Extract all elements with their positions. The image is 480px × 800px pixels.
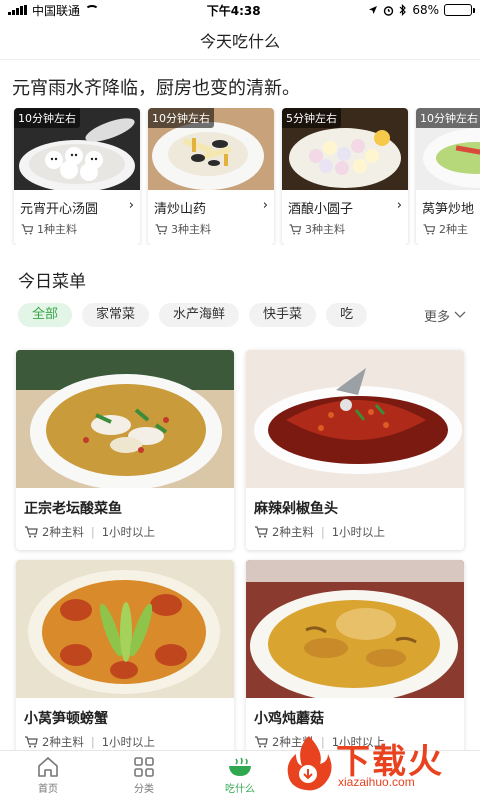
cart-icon [155, 223, 168, 235]
cart-icon [289, 223, 302, 235]
cook-time: 1小时以上 [331, 525, 386, 539]
alarm-icon [384, 5, 394, 16]
divider: | [320, 525, 325, 539]
cook-time-badge: 10分钟左右 [14, 108, 80, 128]
dish-grid: 正宗老坛酸菜鱼 2种主料 | 1小时以上 麻辣剁椒鱼头 2种主料 | 1小时以上… [0, 328, 480, 760]
dish-image [246, 560, 464, 698]
flame-logo-icon [287, 736, 332, 791]
watermark-url: xiazaihuo.com [338, 775, 415, 789]
recipe-card[interactable]: 5分钟左右 酒酿小圆子 › 3种主料 [282, 108, 408, 245]
status-bar: 中国联通 下午4:38 68% [0, 0, 480, 20]
recipe-card[interactable]: 10分钟左右 元宵开心汤圆 › 1种主料 [14, 108, 140, 245]
recipe-image: 10分钟左右 [14, 108, 140, 190]
cart-icon [255, 736, 268, 748]
signal-icon [8, 5, 27, 15]
chevron-down-icon [454, 311, 466, 318]
more-label: 更多 [423, 309, 450, 325]
tab-home[interactable]: 首页 [0, 751, 96, 800]
battery-icon [443, 4, 475, 16]
recipe-image: 5分钟左右 [282, 108, 408, 190]
carrier-label: 中国联通 [32, 3, 81, 18]
divider: | [90, 735, 95, 749]
recipe-name: 元宵开心汤圆 [20, 202, 99, 217]
chip-quick[interactable]: 快手菜 [249, 303, 317, 327]
recipe-name: 莴笋炒地 [422, 202, 475, 217]
watermark: 下载火 xiazaihuo.com [284, 734, 474, 794]
tab-label: 吃什么 [225, 784, 255, 795]
chevron-right-icon: › [128, 198, 134, 213]
dish-card[interactable]: 麻辣剁椒鱼头 2种主料 | 1小时以上 [246, 350, 464, 550]
main-ingredient-count: 1种主料 [37, 223, 77, 236]
dish-card[interactable]: 小莴笋顿螃蟹 2种主料 | 1小时以上 [16, 560, 234, 760]
location-icon [369, 6, 378, 14]
dish-name: 麻辣剁椒鱼头 [254, 501, 338, 517]
cart-icon [21, 223, 34, 235]
chevron-right-icon: › [396, 198, 402, 213]
dish-card[interactable]: 正宗老坛酸菜鱼 2种主料 | 1小时以上 [16, 350, 234, 550]
more-button[interactable]: 更多 [403, 302, 480, 328]
cook-time-badge: 10分钟左右 [416, 108, 480, 128]
cart-icon [25, 736, 38, 748]
dish-name: 正宗老坛酸菜鱼 [24, 501, 122, 517]
main-ingredient-count: 3种主料 [171, 223, 211, 236]
recipe-image: 10分钟左右 [416, 108, 480, 190]
category-chips: 全部 家常菜 水产海鲜 快手菜 吃 更多 [0, 302, 480, 328]
recipe-carousel[interactable]: 10分钟左右 元宵开心汤圆 › 1种主料 10分钟左右 清炒山药 › 3种主料 [0, 108, 480, 245]
bluetooth-icon [399, 4, 407, 16]
chip-home-cooking[interactable]: 家常菜 [82, 303, 150, 327]
dish-image [246, 350, 464, 488]
cook-time: 1小时以上 [101, 735, 156, 749]
dish-image [16, 350, 234, 488]
recipe-card[interactable]: 10分钟左右 莴笋炒地 2种主 [416, 108, 480, 245]
page-title: 今天吃什么 [199, 31, 280, 51]
recipe-image: 10分钟左右 [148, 108, 274, 190]
dish-name: 小莴笋顿螃蟹 [24, 711, 108, 727]
chevron-right-icon: › [262, 198, 268, 213]
chip-seafood[interactable]: 水产海鲜 [159, 303, 240, 327]
status-time: 下午4:38 [206, 3, 261, 18]
cook-time-badge: 5分钟左右 [282, 108, 341, 128]
dish-name: 小鸡炖蘑菇 [254, 711, 324, 727]
chip-partial[interactable]: 吃 [326, 303, 368, 327]
dish-image [16, 560, 234, 698]
dish-card[interactable]: 小鸡炖蘑菇 2种主料 | 1小时以上 [246, 560, 464, 760]
tab-category[interactable]: 分类 [96, 751, 192, 800]
navbar: 今天吃什么 [0, 20, 480, 60]
cart-icon [25, 526, 38, 538]
cart-icon [255, 526, 268, 538]
main-ingredient-count: 3种主料 [305, 223, 345, 236]
battery-percent: 68% [412, 3, 439, 17]
bowl-icon [229, 757, 251, 776]
chip-all[interactable]: 全部 [18, 303, 73, 327]
cook-time: 1小时以上 [101, 525, 156, 539]
main-ingredient-count: 2种主料 [42, 525, 84, 539]
main-ingredient-count: 2种主料 [272, 525, 314, 539]
home-icon [38, 757, 58, 777]
tab-what-to-eat[interactable]: 吃什么 [192, 751, 288, 800]
cart-icon [423, 223, 436, 235]
tab-label: 首页 [38, 784, 58, 795]
grid-icon [134, 757, 154, 777]
tab-label: 分类 [134, 784, 154, 795]
cook-time-badge: 10分钟左右 [148, 108, 214, 128]
banner-title: 元宵雨水齐降临，厨房也变的清新。 [12, 78, 300, 99]
divider: | [90, 525, 95, 539]
recipe-name: 酒酿小圆子 [288, 202, 354, 217]
main-ingredient-count: 2种主料 [42, 735, 84, 749]
main-ingredient-count: 2种主 [439, 223, 468, 236]
recipe-card[interactable]: 10分钟左右 清炒山药 › 3种主料 [148, 108, 274, 245]
wifi-icon [85, 5, 100, 15]
recipe-name: 清炒山药 [154, 202, 207, 217]
section-title: 今日菜单 [18, 272, 86, 292]
